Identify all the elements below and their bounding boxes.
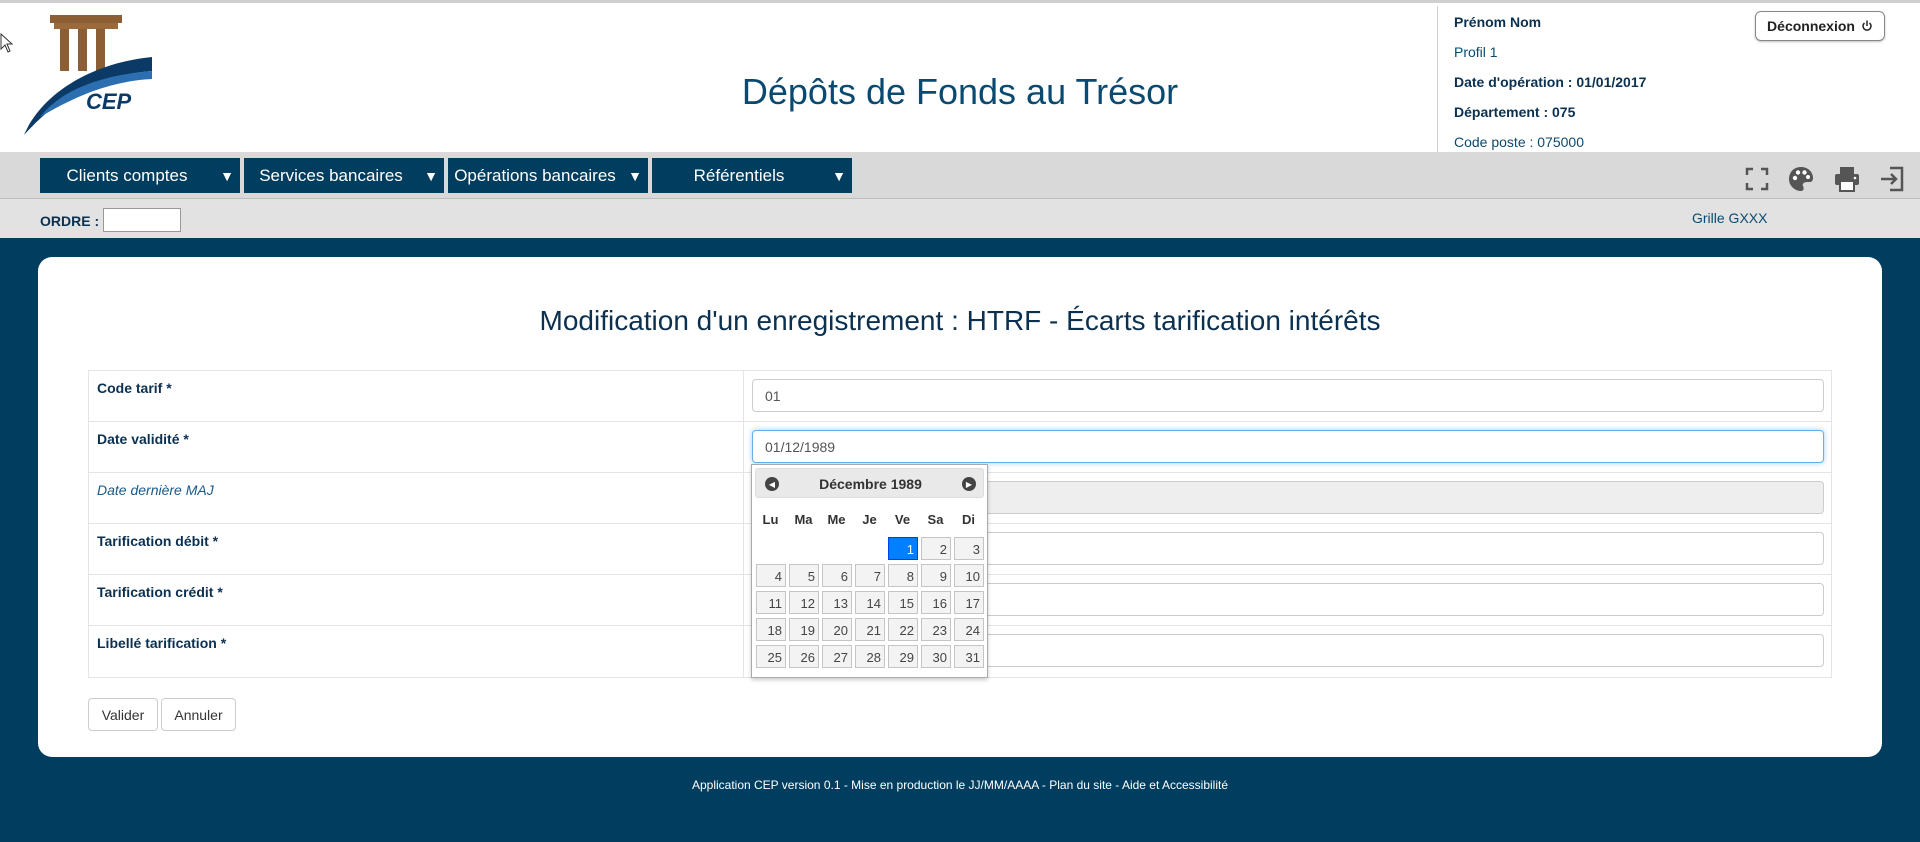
order-input[interactable]: [103, 208, 181, 232]
weekday-label: Ma: [794, 512, 813, 527]
cancel-button[interactable]: Annuler: [161, 698, 236, 731]
calendar-day[interactable]: 18: [756, 618, 786, 641]
calendar-day[interactable]: 14: [855, 591, 885, 614]
prev-month-icon[interactable]: ◀: [765, 477, 779, 491]
order-label: ORDRE :: [40, 213, 100, 229]
calendar-day[interactable]: 26: [789, 645, 819, 668]
calendar-day[interactable]: 12: [789, 591, 819, 614]
label-date-validite: Date validité *: [89, 422, 744, 472]
label-libelle-tarification: Libellé tarification *: [89, 626, 744, 677]
label-tarification-credit: Tarification crédit *: [89, 575, 744, 625]
calendar-day[interactable]: 1: [888, 537, 918, 560]
weekday-label: Lu: [762, 512, 779, 527]
calendar-day[interactable]: 7: [855, 564, 885, 587]
calendar-day[interactable]: 20: [822, 618, 852, 641]
fullscreen-icon[interactable]: [1742, 164, 1772, 194]
order-bar: ORDRE : Grille GXXX: [0, 198, 1920, 238]
calendar-day[interactable]: 22: [888, 618, 918, 641]
caret-down-icon: ▼: [424, 167, 438, 184]
weekday-label: Je: [862, 512, 877, 527]
calendar-day[interactable]: 16: [921, 591, 951, 614]
department: Département : 075: [1454, 104, 1576, 120]
calendar-day[interactable]: 5: [789, 564, 819, 587]
header: CEP Dépôts de Fonds au Trésor Prénom Nom…: [0, 0, 1920, 155]
label-date-derniere-maj: Date dernière MAJ: [89, 473, 744, 523]
calendar-day[interactable]: 31: [954, 645, 984, 668]
datepicker-popup: Décembre 1989 ◀ ▶ Lu Ma Me Je Ve Sa Di 1…: [751, 464, 988, 678]
main-menu-bar: Clients comptes ▼ Services bancaires ▼ O…: [0, 152, 1920, 198]
caret-down-icon: ▼: [628, 167, 642, 184]
weekday-label: Me: [827, 512, 846, 527]
calendar-day[interactable]: 23: [921, 618, 951, 641]
palette-icon[interactable]: [1786, 164, 1816, 194]
menu-operations-bancaires[interactable]: Opérations bancaires ▼: [448, 158, 648, 193]
calendar-day[interactable]: 21: [855, 618, 885, 641]
caret-down-icon: ▼: [832, 167, 846, 184]
app-title: Dépôts de Fonds au Trésor: [741, 71, 1179, 112]
power-icon: [1862, 20, 1872, 31]
weekday-label: Ve: [894, 512, 911, 527]
grid-label: Grille GXXX: [1692, 210, 1768, 226]
menu-label: Clients comptes: [66, 165, 188, 185]
calendar-day[interactable]: 19: [789, 618, 819, 641]
footer-text: Application CEP version 0.1 - Mise en pr…: [691, 778, 1229, 792]
cep-logo: CEP: [24, 15, 152, 135]
submit-button[interactable]: Valider: [88, 698, 158, 731]
weekday-label: Sa: [927, 512, 944, 527]
calendar-day[interactable]: 15: [888, 591, 918, 614]
post-code: Code poste : 075000: [1454, 134, 1584, 150]
next-month-icon[interactable]: ▶: [962, 477, 976, 491]
logo-text: CEP: [86, 89, 132, 114]
calendar-day[interactable]: 24: [954, 618, 984, 641]
print-icon[interactable]: [1832, 164, 1862, 194]
menu-clients-comptes[interactable]: Clients comptes ▼: [40, 158, 240, 193]
calendar-day[interactable]: 4: [756, 564, 786, 587]
user-name: Prénom Nom: [1454, 14, 1542, 30]
calendar-day[interactable]: 30: [921, 645, 951, 668]
code-tarif-input[interactable]: [752, 379, 1824, 412]
datepicker-header: Décembre 1989 ◀ ▶: [755, 468, 984, 498]
calendar-day[interactable]: 27: [822, 645, 852, 668]
calendar-day[interactable]: 2: [921, 537, 951, 560]
calendar-day[interactable]: 10: [954, 564, 984, 587]
datepicker-month-title: Décembre 1989: [819, 476, 922, 492]
label-tarification-debit: Tarification débit *: [89, 524, 744, 574]
menu-label: Opérations bancaires: [454, 165, 616, 185]
exit-icon[interactable]: [1878, 164, 1908, 194]
calendar-day[interactable]: 8: [888, 564, 918, 587]
weekday-label: Di: [962, 512, 975, 527]
logout-label: Déconnexion: [1767, 18, 1855, 34]
logout-button[interactable]: Déconnexion: [1755, 11, 1885, 41]
form-title: Modification d'un enregistrement : HTRF …: [539, 305, 1381, 336]
calendar-day[interactable]: 17: [954, 591, 984, 614]
menu-label: Référentiels: [693, 165, 785, 185]
calendar-day[interactable]: 9: [921, 564, 951, 587]
calendar-day[interactable]: 28: [855, 645, 885, 668]
calendar-day[interactable]: 13: [822, 591, 852, 614]
menu-label: Services bancaires: [259, 165, 403, 185]
calendar-day[interactable]: 6: [822, 564, 852, 587]
menu-referentiels[interactable]: Référentiels ▼: [652, 158, 852, 193]
caret-down-icon: ▼: [220, 167, 234, 184]
form-row-code-tarif: Code tarif *: [89, 371, 1831, 422]
calendar-day[interactable]: 29: [888, 645, 918, 668]
mouse-cursor-icon: [0, 33, 14, 53]
label-code-tarif: Code tarif *: [89, 371, 744, 421]
user-profile: Profil 1: [1454, 44, 1498, 60]
calendar-day[interactable]: 25: [756, 645, 786, 668]
operation-date: Date d'opération : 01/01/2017: [1454, 74, 1647, 90]
menu-services-bancaires[interactable]: Services bancaires ▼: [244, 158, 444, 193]
date-validite-input[interactable]: [752, 430, 1824, 463]
calendar-day[interactable]: 3: [954, 537, 984, 560]
calendar-day[interactable]: 11: [756, 591, 786, 614]
